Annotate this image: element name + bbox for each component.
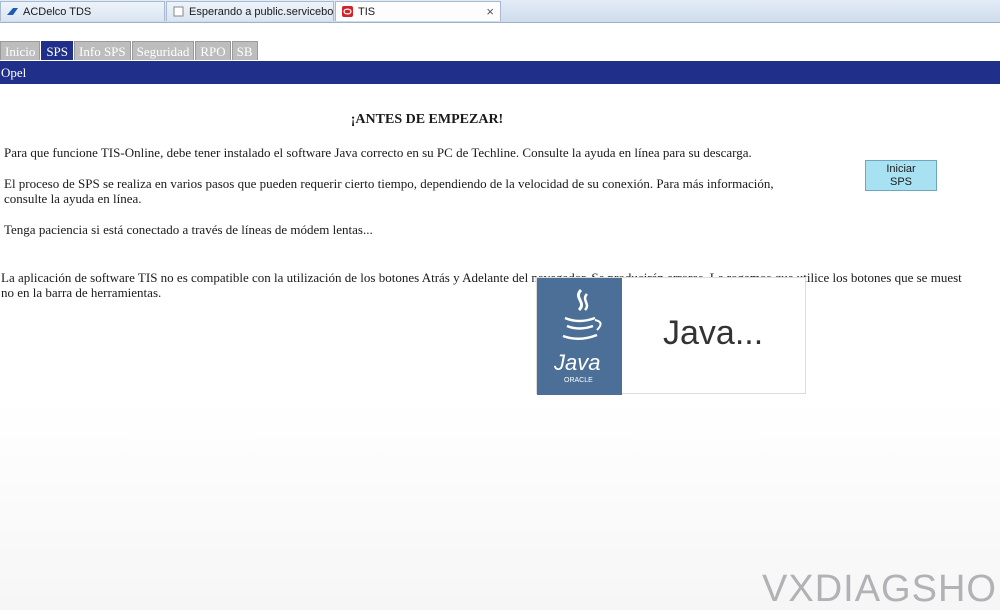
java-cup-icon: Java ORACLE xyxy=(553,288,602,384)
browser-tab-servicebox[interactable]: Esperando a public.servicebox-... xyxy=(166,1,334,21)
browser-tab-acdelco[interactable]: ACDelco TDS xyxy=(0,1,165,21)
tis-favicon-icon xyxy=(342,6,353,17)
oracle-logo-word: ORACLE xyxy=(564,377,593,384)
close-tab-icon[interactable]: × xyxy=(486,4,494,19)
java-requirement-text: Para que funcione TIS-Online, debe tener… xyxy=(4,145,752,160)
browser-tab-label: TIS xyxy=(358,5,376,18)
tab-seguridad[interactable]: Seguridad xyxy=(131,41,195,60)
java-logo-word: Java xyxy=(553,350,600,375)
browser-tab-label: Esperando a public.servicebox-... xyxy=(189,5,334,18)
app-tab-bar: Inicio SPS Info SPS Seguridad RPO SB xyxy=(0,41,258,61)
browser-tab-label: ACDelco TDS xyxy=(23,5,92,18)
tab-inicio[interactable]: Inicio xyxy=(0,41,41,60)
java-loading-splash: Java ORACLE Java... xyxy=(536,277,806,395)
tab-sb[interactable]: SB xyxy=(231,41,258,60)
brand-label: Opel xyxy=(1,65,27,80)
navigation-warning-text: La aplicación de software TIS no es comp… xyxy=(1,270,1000,300)
tab-sps[interactable]: SPS xyxy=(41,41,74,60)
brand-bar: Opel xyxy=(0,61,1000,84)
page-favicon-icon xyxy=(173,6,184,17)
page-title: ¡ANTES DE EMPEZAR! xyxy=(350,112,504,127)
start-sps-label-line2: SPS xyxy=(889,176,912,188)
start-sps-label-line1: Iniciar xyxy=(886,163,916,175)
modem-notice-text: Tenga paciencia si está conectado a trav… xyxy=(4,222,373,237)
tab-rpo[interactable]: RPO xyxy=(195,41,231,60)
java-loading-text: Java... xyxy=(663,314,764,352)
warning-line-1: La aplicación de software TIS no es comp… xyxy=(1,270,962,285)
start-sps-button[interactable]: Iniciar SPS xyxy=(865,160,937,191)
main-content: ¡ANTES DE EMPEZAR! Para que funcione TIS… xyxy=(0,84,1000,610)
acdelco-favicon-icon xyxy=(7,8,18,15)
sps-process-text: El proceso de SPS se realiza en varios p… xyxy=(4,176,774,206)
watermark: VXDIAGSHOP xyxy=(762,568,1000,610)
browser-tab-tis[interactable]: TIS × xyxy=(335,1,501,21)
tab-info-sps[interactable]: Info SPS xyxy=(74,41,131,60)
warning-line-2: no en la barra de herramientas. xyxy=(1,285,162,300)
browser-tab-strip: ACDelco TDS Esperando a public.servicebo… xyxy=(0,0,1000,23)
java-logo: Java ORACLE xyxy=(537,278,622,395)
